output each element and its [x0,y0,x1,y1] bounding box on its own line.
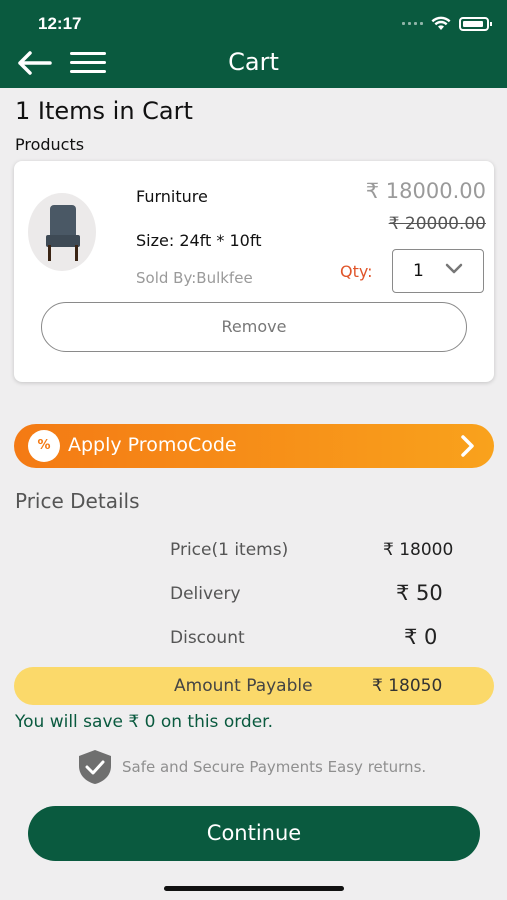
product-image[interactable] [28,193,96,271]
percent-icon: % [28,430,60,462]
qty-dropdown[interactable]: 1 [392,249,484,293]
cart-count-heading: 1 Items in Cart [15,97,193,125]
discount-row-value: ₹ 0 [404,625,438,649]
product-card: Furniture Size: 24ft * 10ft Sold By:Bulk… [14,161,494,382]
nav-bar: Cart [0,40,507,88]
amount-payable-label: Amount Payable [174,676,313,696]
shield-check-icon [79,750,111,784]
remove-button[interactable]: Remove [41,302,467,352]
price-row-label: Price(1 items) [170,540,289,560]
battery-icon [459,16,492,31]
delivery-row-label: Delivery [170,584,241,604]
products-label: Products [15,135,85,154]
amount-payable-bar: Amount Payable ₹ 18050 [14,667,494,705]
chair-icon [50,205,76,239]
promo-label: Apply PromoCode [68,434,237,456]
status-bar: 12:17 [0,0,507,40]
chevron-right-icon [461,435,474,457]
status-icons [402,16,492,31]
amount-payable-value: ₹ 18050 [372,676,443,696]
price-details-title: Price Details [15,489,140,513]
discount-row-label: Discount [170,628,245,648]
wifi-icon [431,16,451,30]
page-title: Cart [228,48,279,76]
qty-label: Qty: [340,262,373,281]
product-original-price: ₹ 20000.00 [388,214,486,234]
chevron-down-icon [445,263,463,274]
status-time: 12:17 [38,14,82,33]
signal-icon [402,22,423,25]
continue-button[interactable]: Continue [28,806,480,861]
home-indicator [164,886,344,891]
product-seller: Sold By:Bulkfee [136,269,253,287]
delivery-row-value: ₹ 50 [396,581,443,605]
qty-value: 1 [413,261,424,281]
product-price: ₹ 18000.00 [365,179,486,203]
product-name: Furniture [136,187,208,206]
product-size: Size: 24ft * 10ft [136,231,262,250]
savings-text: You will save ₹ 0 on this order. [15,712,273,732]
secure-payments-text: Safe and Secure Payments Easy returns. [122,758,427,776]
price-row-value: ₹ 18000 [383,540,454,560]
apply-promocode-button[interactable]: % Apply PromoCode [14,424,494,468]
